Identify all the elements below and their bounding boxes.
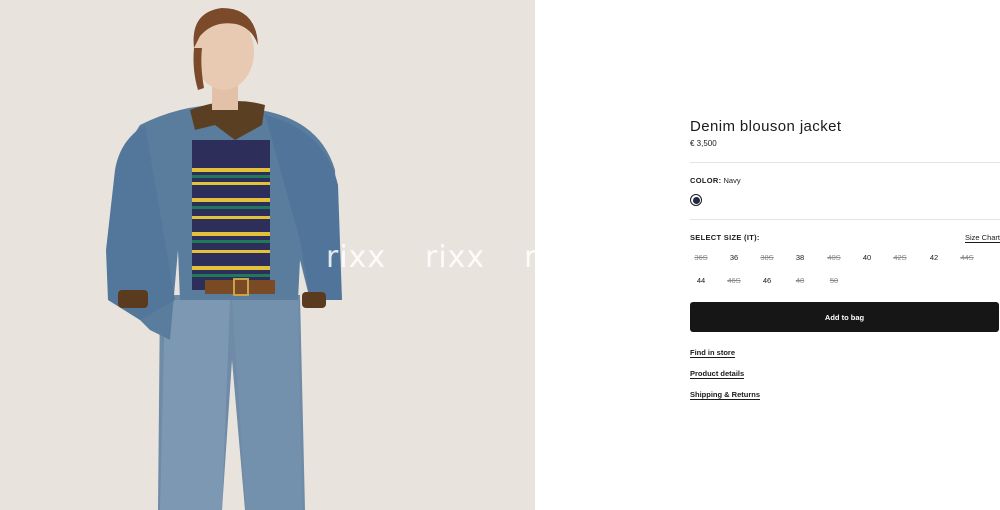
size-label: SELECT SIZE (IT): [690,233,760,242]
size-option-44s[interactable]: 44S [956,250,978,266]
product-price: € 3,500 [690,139,717,148]
size-option-36[interactable]: 36 [723,250,745,266]
find-in-store-link[interactable]: Find in store [690,348,735,358]
size-option-42s[interactable]: 42S [889,250,911,266]
color-label-key: COLOR: [690,176,722,185]
size-option-36s[interactable]: 36S [690,250,712,266]
product-title: Denim blouson jacket [690,118,842,135]
size-option-38[interactable]: 38 [789,250,811,266]
size-option-50[interactable]: 50 [823,273,845,289]
color-value: Navy [723,176,741,185]
swatch-fill [692,196,700,204]
product-image[interactable]: rixx rixx ri [0,0,535,510]
watermark-text: ri [524,240,535,275]
size-option-44[interactable]: 44 [690,273,712,289]
size-option-42[interactable]: 42 [923,250,945,266]
add-to-bag-button[interactable]: Add to bag [690,302,999,332]
size-option-48[interactable]: 48 [789,273,811,289]
divider [690,219,1000,220]
size-option-40s[interactable]: 40S [823,250,845,266]
product-details-panel: Denim blouson jacket € 3,500 COLOR: Navy… [690,0,1000,510]
product-details-link[interactable]: Product details [690,369,745,379]
size-option-46s[interactable]: 46S [723,273,745,289]
shipping-returns-link[interactable]: Shipping & Returns [690,390,760,400]
watermark-text: rixx [326,240,387,275]
size-option-38s[interactable]: 38S [756,250,778,266]
size-option-46[interactable]: 46 [756,273,778,289]
color-swatch-navy[interactable] [690,194,702,206]
divider [690,162,1000,163]
size-chart-link[interactable]: Size Chart [964,233,1000,243]
size-option-40[interactable]: 40 [856,250,878,266]
watermark-text: rixx [425,240,486,275]
color-label: COLOR: Navy [690,176,741,185]
